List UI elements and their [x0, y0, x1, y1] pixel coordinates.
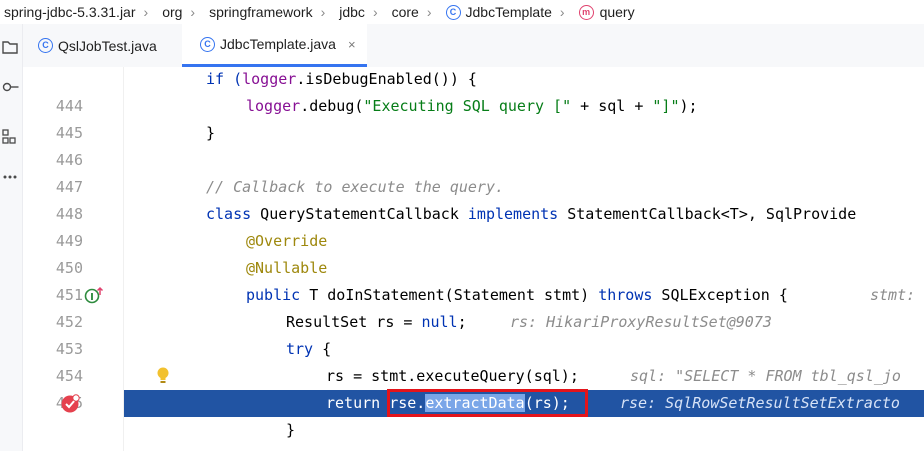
commit-icon[interactable] [0, 76, 20, 98]
breadcrumb-item-jar[interactable]: spring-jdbc-5.3.31.jar › [0, 4, 158, 20]
chevron-right-icon: › [426, 4, 432, 20]
tab-label: JdbcTemplate.java [220, 36, 336, 52]
inline-debug-hint: stmt: [870, 286, 916, 304]
chevron-right-icon: › [143, 4, 149, 20]
code-editor[interactable]: 444 if (logger.isDebugEnabled()) { 445 l… [23, 67, 924, 451]
project-folder-icon[interactable] [0, 36, 20, 58]
code-token: .debug( [300, 97, 364, 115]
breadcrumb-label: spring-jdbc-5.3.31.jar [4, 4, 136, 20]
tab-qsljobtest[interactable]: C QslJobTest.java [23, 24, 182, 67]
code-token: try [286, 340, 314, 358]
code-token: rs = stmt.executeQuery(sql); [326, 367, 579, 385]
breakpoint-icon[interactable] [61, 394, 80, 413]
implements-method-icon[interactable]: I [84, 286, 104, 304]
code-line[interactable]: 454 try { [23, 336, 924, 385]
code-token: } [206, 124, 216, 142]
code-token: "Executing SQL query [" [363, 97, 572, 115]
code-token: SQLException { [652, 286, 788, 304]
code-line[interactable]: 455 rs = stmt.executeQuery(sql); sql: "S… [23, 363, 924, 412]
class-icon: C [38, 38, 53, 53]
breadcrumb-label: springframework [209, 4, 313, 20]
inline-debug-hint: sql: "SELECT * FROM tbl_qsl_jo [630, 367, 901, 385]
code-token: if ( [206, 70, 243, 88]
code-line[interactable]: 452 I public T doInStatement(Statement s… [23, 282, 924, 331]
code-token: return [326, 394, 390, 412]
code-token: logger [242, 70, 297, 88]
line-number: 457 [23, 444, 83, 451]
svg-text:I: I [90, 292, 94, 303]
chevron-right-icon: › [372, 4, 378, 20]
code-line[interactable]: 453 ResultSet rs = null; rs: HikariProxy… [23, 309, 924, 358]
code-token: logger [246, 97, 301, 115]
code-line[interactable]: 444 if (logger.isDebugEnabled()) { [23, 67, 924, 115]
breadcrumb-item-jdbc[interactable]: jdbc › [335, 4, 387, 20]
code-line[interactable]: 450 @Override [23, 228, 924, 277]
method-icon: m [578, 4, 594, 20]
editor-tab-bar: C QslJobTest.java C JdbcTemplate.java × [23, 24, 924, 68]
code-token: { [313, 340, 332, 358]
chevron-right-icon: › [320, 4, 326, 20]
lightbulb-icon[interactable] [156, 366, 170, 386]
breadcrumb-item-org[interactable]: org › [158, 4, 205, 20]
chevron-right-icon: › [559, 4, 565, 20]
code-token: implements [467, 205, 559, 223]
code-line[interactable]: 457 } [23, 417, 924, 451]
code-token: .isDebugEnabled()) { [296, 70, 477, 88]
class-icon: C [200, 36, 215, 52]
close-icon[interactable]: × [348, 37, 356, 52]
code-token: class [206, 205, 252, 223]
tab-label: QslJobTest.java [58, 37, 157, 54]
breadcrumb-label: org [162, 4, 183, 20]
code-line[interactable]: 448 // Callback to execute the query. [23, 174, 924, 223]
annotation-highlight-box [387, 389, 588, 417]
code-line[interactable]: 451 @Nullable [23, 255, 924, 304]
inline-debug-hint: rse: SqlRowSetResultSetExtracto [620, 394, 900, 412]
breadcrumb-item-query[interactable]: m query [575, 4, 635, 20]
tool-window-strip [0, 24, 23, 451]
code-comment: // Callback to execute the query. [206, 178, 505, 196]
breadcrumb: spring-jdbc-5.3.31.jar › org › springframe… [0, 0, 924, 24]
code-token: ; [457, 313, 467, 331]
structure-icon[interactable] [0, 126, 20, 148]
code-token: throws [598, 286, 653, 304]
class-icon: C [445, 4, 461, 20]
code-token: T doInStatement(Statement stmt) [300, 286, 599, 304]
code-annotation: @Override [246, 232, 328, 250]
code-line[interactable]: 447 [23, 147, 924, 196]
breadcrumb-label: JdbcTemplate [465, 4, 552, 20]
breadcrumb-label: core [391, 4, 419, 20]
breadcrumb-item-jdbctemplate[interactable]: C JdbcTemplate › [442, 4, 575, 20]
execution-point-line[interactable]: return rse.extractData(rs); rse: SqlRowS… [23, 389, 924, 417]
code-token: ResultSet rs = [286, 313, 422, 331]
code-token: ); [679, 97, 698, 115]
more-tools-icon[interactable] [0, 166, 20, 188]
code-token: public [246, 286, 301, 304]
inline-debug-hint: rs: HikariProxyResultSet@9073 [510, 313, 772, 331]
code-token: "]" [652, 97, 680, 115]
tab-jdbctemplate[interactable]: C JdbcTemplate.java × [182, 24, 367, 67]
code-token: QueryStatementCallback [251, 205, 468, 223]
code-line[interactable]: 446 } [23, 120, 924, 169]
breadcrumb-item-core[interactable]: core › [388, 4, 442, 20]
code-line[interactable]: 445 logger.debug("Executing SQL query ["… [23, 93, 924, 142]
code-token: } [286, 421, 296, 439]
breadcrumb-label: jdbc [339, 4, 365, 20]
breadcrumb-label: query [599, 4, 635, 20]
code-line[interactable]: 449 class QueryStatementCallback impleme… [23, 201, 924, 250]
chevron-right-icon: › [190, 4, 196, 20]
code-token: StatementCallback<T>, SqlProvide [558, 205, 857, 223]
code-annotation: @Nullable [246, 259, 328, 277]
code-token: + sql + [571, 97, 653, 115]
code-token: null [421, 313, 458, 331]
breadcrumb-item-springframework[interactable]: springframework › [205, 4, 335, 20]
